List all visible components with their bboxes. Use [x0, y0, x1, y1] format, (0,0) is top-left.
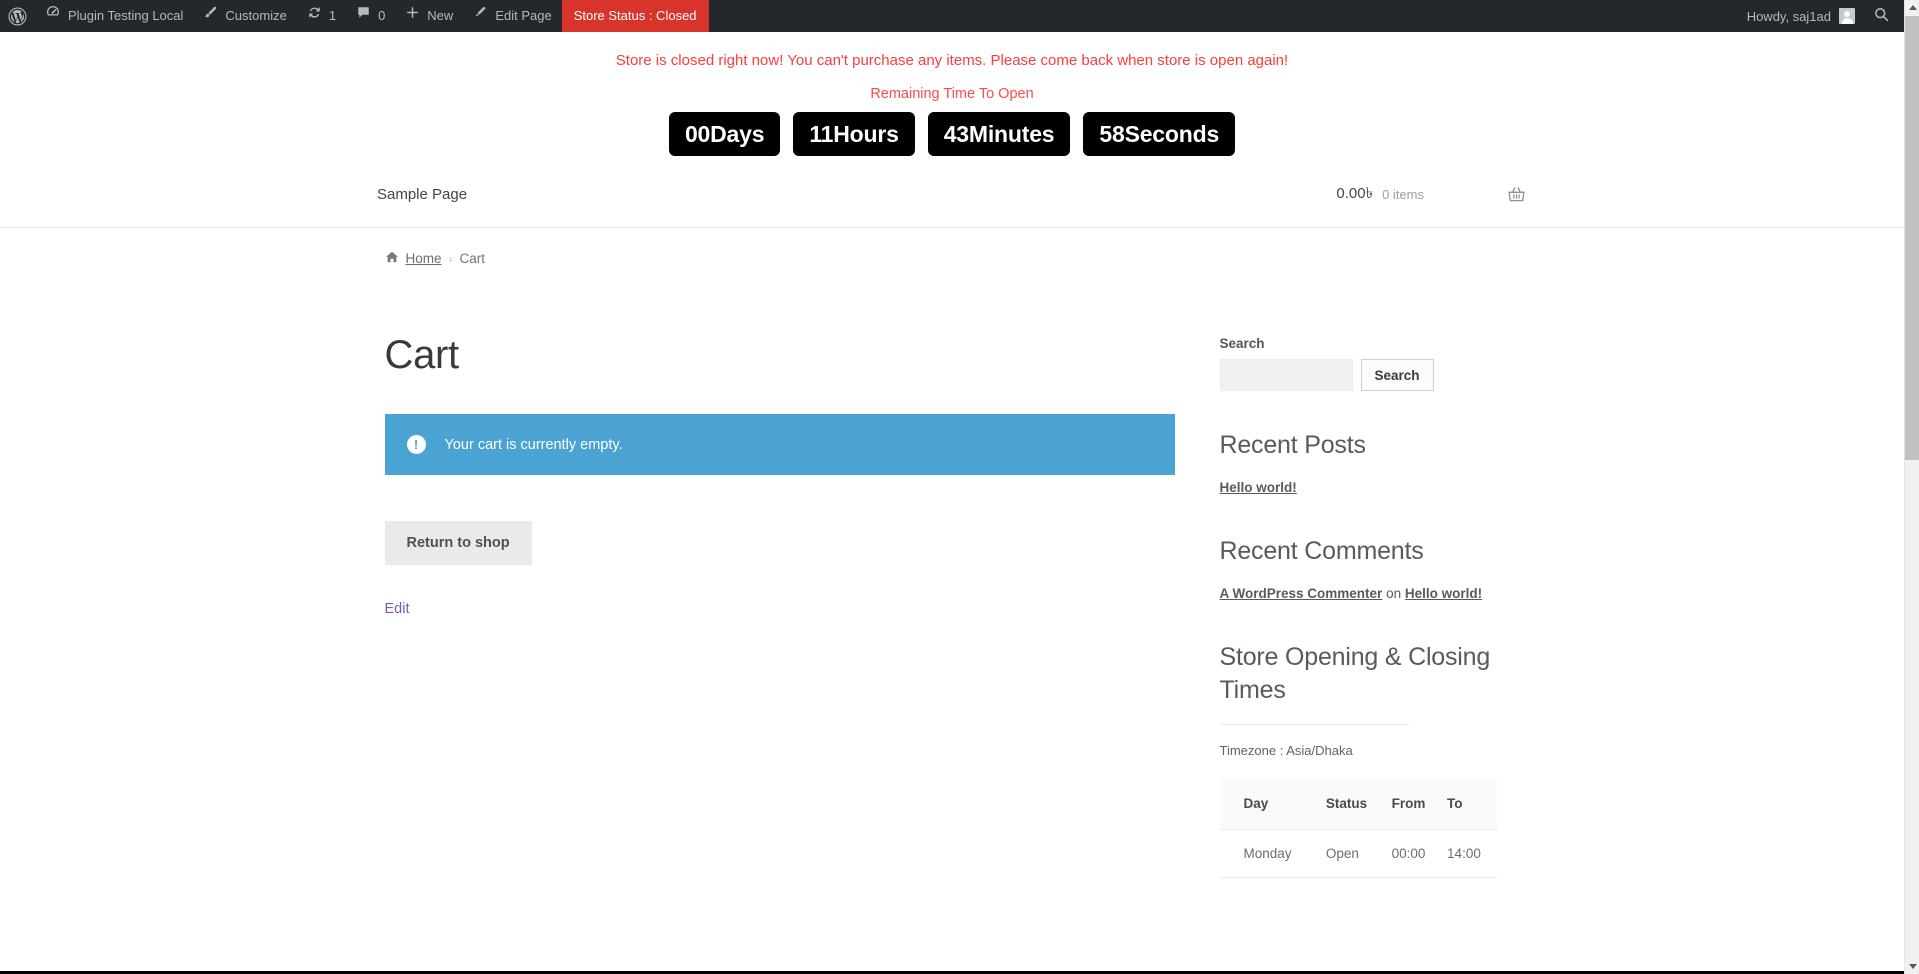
comment-bubble-icon — [356, 0, 371, 32]
admin-bar-comments-count: 0 — [378, 8, 386, 23]
cart-empty-notice: ! Your cart is currently empty. — [384, 414, 1175, 475]
admin-bar-site-name[interactable]: Plugin Testing Local — [35, 0, 193, 32]
comment-post-link[interactable]: Hello world! — [1405, 586, 1482, 601]
return-to-shop-button[interactable]: Return to shop — [384, 521, 532, 565]
comment-author-link[interactable]: A WordPress Commenter — [1220, 586, 1383, 601]
search-icon — [1873, 6, 1890, 26]
cell-status: Open — [1319, 829, 1386, 878]
page-content: Home › Cart Cart ! Your cart is currentl… — [384, 228, 1535, 916]
recent-posts-title: Recent Posts — [1219, 431, 1366, 459]
dashboard-speedometer-icon — [45, 0, 61, 32]
browser-viewport: Plugin Testing Local Customize 1 0 New E… — [0, 0, 1919, 974]
widget-search: Search Search — [1219, 336, 1530, 391]
admin-bar-new-label: New — [427, 8, 454, 23]
comment-on-word: on — [1386, 586, 1402, 601]
recent-posts-list: Hello world! — [1220, 478, 1530, 497]
list-item: Hello world! — [1220, 478, 1530, 497]
breadcrumb-home-link[interactable]: Home — [406, 251, 442, 266]
store-hours-title: Store Opening & Closing Times — [1219, 643, 1491, 704]
store-closed-banner: Store is closed right now! You can't pur… — [0, 32, 1904, 160]
admin-bar-right-group: Howdy, saj1ad — [1733, 0, 1904, 32]
scrollbar-thumb[interactable] — [1905, 16, 1919, 460]
admin-bar-site-name-label: Plugin Testing Local — [68, 8, 184, 23]
countdown-minutes: 43Minutes — [927, 112, 1071, 156]
admin-bar-new-content[interactable]: New — [395, 0, 463, 32]
search-widget-label: Search — [1219, 336, 1265, 351]
scrollbar-down-arrow[interactable] — [1905, 959, 1919, 974]
scrollbar-up-arrow[interactable] — [1905, 0, 1919, 15]
recent-post-link[interactable]: Hello world! — [1220, 480, 1297, 495]
breadcrumb-separator: › — [448, 251, 453, 266]
admin-bar-edit-page[interactable]: Edit Page — [463, 0, 561, 32]
store-hours-table: Day Status From To Monday Open 00:00 14:… — [1219, 778, 1497, 878]
column-header-day: Day — [1219, 778, 1320, 830]
widget-divider — [1219, 724, 1410, 725]
cell-day: Monday — [1219, 829, 1320, 878]
cell-from: 00:00 — [1385, 829, 1442, 878]
table-row: Monday Open 00:00 14:00 — [1219, 829, 1497, 878]
store-timezone: Timezone : Asia/Dhaka — [1219, 743, 1353, 758]
admin-bar-customize[interactable]: Customize — [193, 0, 296, 32]
remaining-time-label: Remaining Time To Open — [870, 86, 1034, 102]
sidebar: Search Search Recent Posts Hello world! — [1219, 332, 1530, 916]
recent-comments-list: A WordPress Commenter on Hello world! — [1220, 584, 1530, 603]
store-status-label: Store Status : Closed — [573, 8, 697, 23]
countdown-hours: 11Hours — [793, 112, 915, 156]
info-exclamation-icon: ! — [406, 435, 426, 454]
wordpress-logo-icon — [8, 6, 27, 26]
wordpress-logo-button[interactable] — [0, 0, 35, 32]
admin-bar-comments[interactable]: 0 — [346, 0, 395, 32]
plus-icon — [405, 0, 420, 32]
recent-comments-title: Recent Comments — [1219, 537, 1424, 565]
page-title: Cart — [384, 333, 460, 377]
admin-bar-my-account[interactable]: Howdy, saj1ad — [1733, 8, 1865, 24]
breadcrumb-current: Cart — [459, 251, 486, 266]
page-scrollbar[interactable] — [1904, 0, 1919, 974]
column-header-to: To — [1441, 778, 1497, 830]
shopping-basket-icon[interactable] — [1506, 184, 1527, 205]
header-cart[interactable]: 0.00৳ 0 items — [1297, 182, 1527, 207]
paintbrush-icon — [203, 0, 218, 32]
widget-recent-comments: Recent Comments A WordPress Commenter on… — [1220, 535, 1530, 603]
countdown-days: 00Days — [668, 112, 781, 156]
table-header-row: Day Status From To — [1219, 778, 1497, 830]
admin-bar-store-status[interactable]: Store Status : Closed — [561, 0, 709, 32]
updates-refresh-icon — [307, 0, 322, 32]
user-avatar-icon — [1839, 8, 1855, 24]
widget-store-hours: Store Opening & Closing Times Timezone :… — [1219, 641, 1530, 878]
list-item: A WordPress Commenter on Hello world! — [1220, 584, 1530, 603]
edit-page-link[interactable]: Edit — [385, 601, 1175, 617]
store-closed-message: Store is closed right now! You can't pur… — [615, 52, 1289, 69]
howdy-label: Howdy, saj1ad — [1746, 8, 1831, 24]
cart-empty-notice-text: Your cart is currently empty. — [444, 436, 623, 453]
admin-bar-updates[interactable]: 1 — [297, 0, 346, 32]
widget-recent-posts: Recent Posts Hello world! — [1220, 429, 1530, 497]
main-column: Cart ! Your cart is currently empty. Ret… — [384, 332, 1175, 916]
breadcrumb: Home › Cart — [385, 250, 1535, 277]
column-header-status: Status — [1319, 778, 1386, 830]
cart-total-amount: 0.00৳ — [1336, 184, 1374, 202]
admin-bar-customize-label: Customize — [225, 8, 287, 23]
wp-admin-bar: Plugin Testing Local Customize 1 0 New E… — [0, 0, 1904, 32]
search-submit-button[interactable]: Search — [1360, 359, 1434, 391]
countdown-seconds: 58Seconds — [1083, 112, 1236, 156]
home-icon — [385, 250, 399, 267]
countdown-timer: 00Days 11Hours 43Minutes 58Seconds — [0, 112, 1904, 160]
column-header-from: From — [1385, 778, 1442, 830]
site-header: Sample Page 0.00৳ 0 items — [0, 160, 1904, 228]
admin-bar-search-button[interactable] — [1865, 6, 1904, 26]
pencil-icon — [473, 0, 488, 32]
nav-item-sample-page[interactable]: Sample Page — [377, 186, 467, 203]
admin-bar-updates-count: 1 — [328, 8, 337, 23]
cart-item-count: 0 items — [1382, 186, 1424, 202]
cell-to: 14:00 — [1441, 829, 1497, 878]
search-input[interactable] — [1219, 359, 1353, 391]
admin-bar-edit-page-label: Edit Page — [495, 8, 552, 23]
